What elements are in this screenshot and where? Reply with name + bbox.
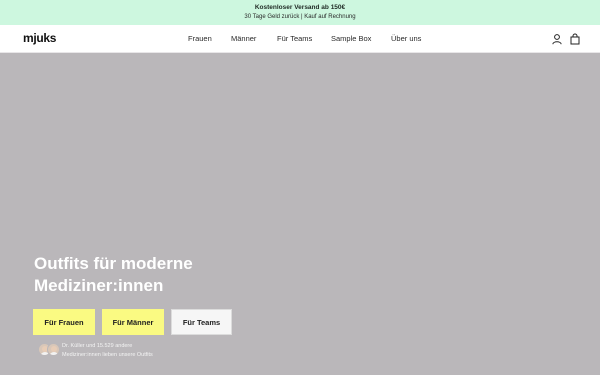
hero-section: Outfits für moderne Mediziner:innen Für … bbox=[0, 53, 600, 375]
social-proof-line1: Dr. Küller und 15.529 andere bbox=[62, 343, 133, 349]
nav-item-frauen[interactable]: Frauen bbox=[188, 34, 212, 43]
shop-women-button[interactable]: Für Frauen bbox=[33, 309, 95, 335]
avatar bbox=[47, 343, 60, 356]
announcement-shipping-text: Kostenloser Versand ab 150€ bbox=[254, 4, 346, 11]
shop-teams-button[interactable]: Für Teams bbox=[171, 309, 232, 335]
nav-item-maenner[interactable]: Männer bbox=[231, 34, 256, 43]
shop-men-button[interactable]: Für Männer bbox=[102, 309, 164, 335]
nav-item-ueber-uns[interactable]: Über uns bbox=[391, 34, 421, 43]
announcement-bar: Kostenloser Versand ab 150€ 30 Tage Geld… bbox=[0, 0, 600, 25]
hero-headline-line1: Outfits für moderne bbox=[34, 254, 193, 273]
cart-icon[interactable] bbox=[569, 33, 581, 45]
social-proof-text: Dr. Küller und 15.529 andere Mediziner:i… bbox=[62, 342, 202, 360]
nav-item-sample-box[interactable]: Sample Box bbox=[331, 34, 371, 43]
avatar-group bbox=[38, 343, 62, 357]
hero-headline-line2: Mediziner:innen bbox=[34, 276, 164, 295]
account-icon[interactable] bbox=[551, 33, 563, 45]
announcement-return-text: 30 Tage Geld zurück | Kauf auf Rechnung bbox=[244, 13, 356, 20]
social-proof-line2: Mediziner:innen lieben unsere Outfits bbox=[62, 352, 153, 358]
hero-headline: Outfits für moderne Mediziner:innen bbox=[34, 253, 294, 297]
main-nav: Frauen Männer Für Teams Sample Box Über … bbox=[0, 34, 600, 46]
site-header: mjuks Frauen Männer Für Teams Sample Box… bbox=[0, 25, 600, 53]
nav-item-fuer-teams[interactable]: Für Teams bbox=[277, 34, 312, 43]
